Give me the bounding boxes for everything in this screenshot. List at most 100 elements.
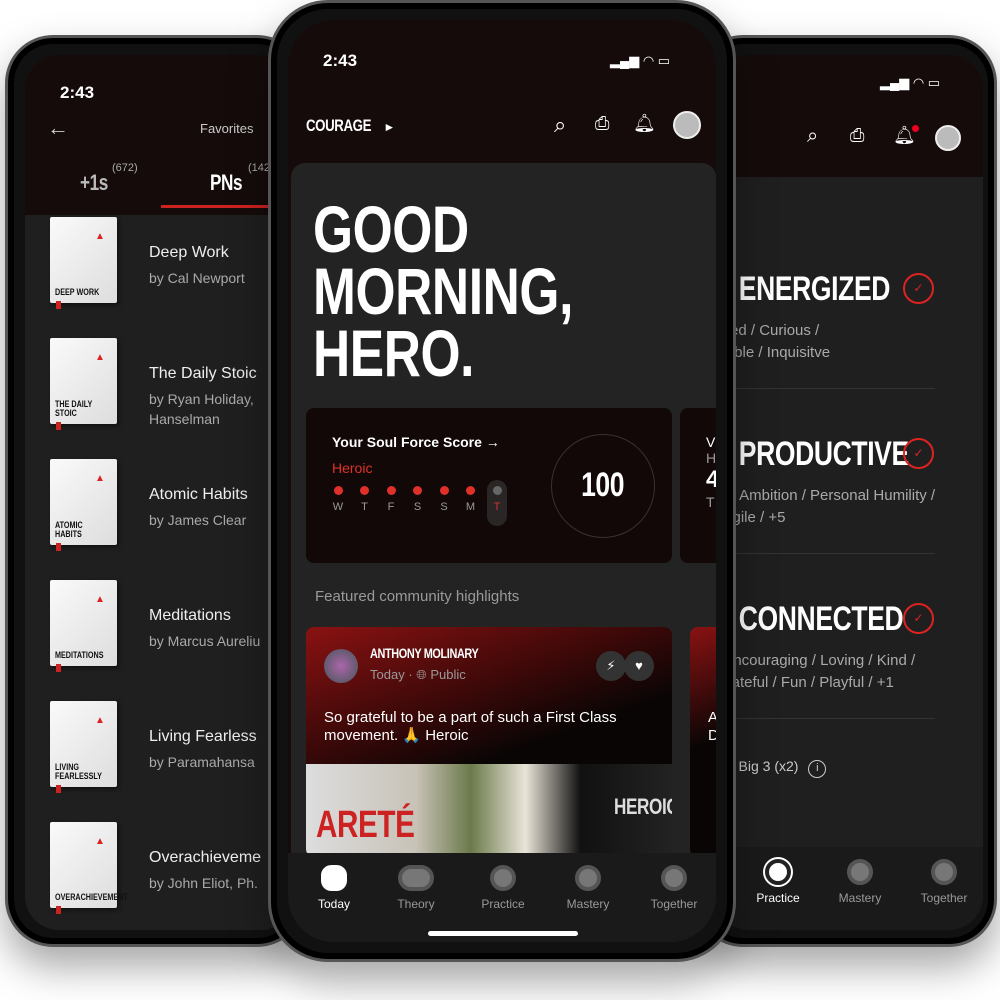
search-icon[interactable]: ⌕: [807, 125, 818, 148]
day-dot: [413, 486, 422, 495]
book-cover[interactable]: ▲ ATOMIC HABITS: [50, 459, 117, 551]
bookmark-ribbon: [56, 906, 61, 914]
trait-description: / Encouraging / Loving / Kind / Grateful …: [715, 652, 916, 691]
post-author[interactable]: ANTHONY MOLINARY: [370, 645, 479, 661]
day-dot: [386, 486, 396, 495]
book-cover[interactable]: ▲ DEEP WORK: [50, 217, 117, 309]
post-meta: Today · 🌐︎ Public: [370, 667, 466, 682]
arrow-icon: ▲: [95, 594, 105, 605]
bell-icon[interactable]: 🔔︎: [633, 113, 656, 134]
score-level: Heroic: [332, 460, 373, 476]
bookmark-ribbon: [56, 422, 61, 430]
flag-icon: ►: [383, 120, 397, 134]
featured-label: Featured community highlights: [315, 588, 520, 605]
book-title[interactable]: Overachieveme: [149, 849, 261, 867]
theory-icon: [398, 865, 434, 891]
notification-dot: [911, 125, 919, 132]
arrow-icon: ▲: [95, 231, 105, 242]
tab-plus1s[interactable]: +1s (672): [80, 162, 138, 196]
book-title[interactable]: The Daily Stoic: [149, 365, 257, 383]
home-indicator: [428, 931, 578, 936]
book-author: by James Clear: [149, 512, 247, 528]
book-cover[interactable]: ▲ OVERACHIEVEMENT: [50, 822, 128, 914]
bookmark-ribbon: [56, 543, 61, 551]
check-icon[interactable]: ✓: [903, 438, 934, 469]
page-title: Favorites: [200, 121, 254, 136]
tab-today[interactable]: Today: [294, 865, 374, 911]
tab-pns[interactable]: PNs (142: [210, 162, 270, 196]
tab-mastery[interactable]: Mastery: [820, 859, 900, 905]
highlight-card[interactable]: ANTHONY MOLINARY Today · 🌐︎ Public ⚡︎ ♥ …: [306, 627, 672, 857]
center-phone: 2:43 ▂▄▆ ◠ ▭ COURAGE ► ⌕ ⎙ 🔔︎ GOOD MORNIN…: [268, 0, 736, 962]
day-dot: [466, 486, 475, 495]
day-dot: [360, 486, 369, 495]
check-icon[interactable]: ✓: [903, 273, 934, 304]
avatar[interactable]: [673, 111, 701, 139]
tab-mastery[interactable]: Mastery: [548, 865, 628, 911]
divider: [715, 388, 935, 389]
tab-practice[interactable]: Practice: [463, 865, 543, 911]
bookmark-ribbon: [56, 301, 61, 309]
day-dot: [439, 486, 449, 495]
post-image[interactable]: ARETÉ HEROIC: [306, 764, 672, 857]
heart-button[interactable]: ♥: [624, 651, 654, 681]
info-icon[interactable]: i: [808, 760, 827, 778]
status-time: 2:43: [323, 51, 358, 70]
bookmark-ribbon: [56, 664, 61, 672]
mastery-icon: [575, 865, 601, 891]
practice-icon: [490, 865, 516, 891]
book-title[interactable]: Deep Work: [149, 244, 229, 262]
bookmark-ribbon: [56, 785, 61, 793]
soul-force-card[interactable]: Your Soul Force Score → Heroic W T F S S…: [306, 408, 672, 563]
brand-logo: COURAGE ►: [306, 116, 397, 135]
book-author: by Cal Newport: [149, 270, 245, 286]
bell-icon[interactable]: 🔔︎: [893, 125, 919, 146]
day-indicator[interactable]: W: [328, 486, 348, 513]
arrow-icon: ▲: [95, 352, 105, 363]
arrow-icon: ▲: [95, 473, 105, 484]
check-icon[interactable]: ✓: [903, 603, 934, 634]
tab-together[interactable]: Together: [904, 859, 983, 905]
book-cover[interactable]: ▲ MEDITATIONS: [50, 580, 117, 672]
together-icon: [931, 859, 957, 885]
avatar[interactable]: [935, 125, 961, 151]
day-indicator[interactable]: F: [381, 486, 401, 513]
score-value: 100: [581, 466, 625, 504]
big3-footer: r Big 3 (x2) i: [730, 758, 827, 778]
tab-practice[interactable]: Practice: [738, 859, 818, 905]
book-title[interactable]: Meditations: [149, 607, 231, 625]
together-icon: [661, 865, 687, 891]
status-time: 2:43: [60, 83, 95, 102]
next-highlight-card[interactable]: A D: [690, 627, 716, 857]
book-author: by John Eliot, Ph.: [149, 875, 258, 891]
next-card[interactable]: V H 4 T: [680, 408, 716, 563]
tab-theory[interactable]: Theory: [376, 865, 456, 911]
globe-icon: 🌐︎: [416, 667, 427, 682]
arrow-icon: ▲: [95, 715, 105, 726]
day-indicator[interactable]: T: [487, 480, 507, 526]
search-icon[interactable]: ⌕: [554, 112, 566, 138]
today-icon: [321, 865, 347, 891]
tab-together[interactable]: Together: [634, 865, 714, 911]
book-title[interactable]: Atomic Habits: [149, 486, 248, 504]
bookmark-icon[interactable]: ⎙: [595, 113, 609, 134]
status-icons: ▂▄▆ ◠ ▭: [610, 53, 671, 68]
bookmark-icon[interactable]: ⎙: [850, 125, 864, 146]
book-author: by Marcus Aureliu: [149, 633, 261, 649]
book-author: by Paramahansa: [149, 754, 255, 770]
greeting: GOOD MORNING, HERO.: [313, 192, 573, 390]
day-indicator[interactable]: S: [434, 486, 454, 513]
status-icons: ▂▄▆ ◠ ▭: [880, 75, 941, 90]
day-indicator[interactable]: S: [408, 486, 428, 513]
day-dot: [333, 486, 343, 495]
post-avatar[interactable]: [324, 649, 358, 683]
score-title[interactable]: Your Soul Force Score →: [332, 434, 500, 450]
book-title[interactable]: Living Fearless: [149, 728, 257, 746]
day-indicator[interactable]: T: [355, 486, 375, 513]
post-text: So grateful to be a part of such a First…: [324, 709, 617, 744]
bolt-button[interactable]: ⚡︎: [596, 651, 626, 681]
book-cover[interactable]: ▲ THE DAILY STOIC: [50, 338, 117, 430]
day-indicator[interactable]: M: [461, 486, 481, 513]
book-cover[interactable]: ▲ LIVING FEARLESSLY: [50, 701, 117, 793]
back-arrow-icon[interactable]: ←: [47, 115, 69, 141]
